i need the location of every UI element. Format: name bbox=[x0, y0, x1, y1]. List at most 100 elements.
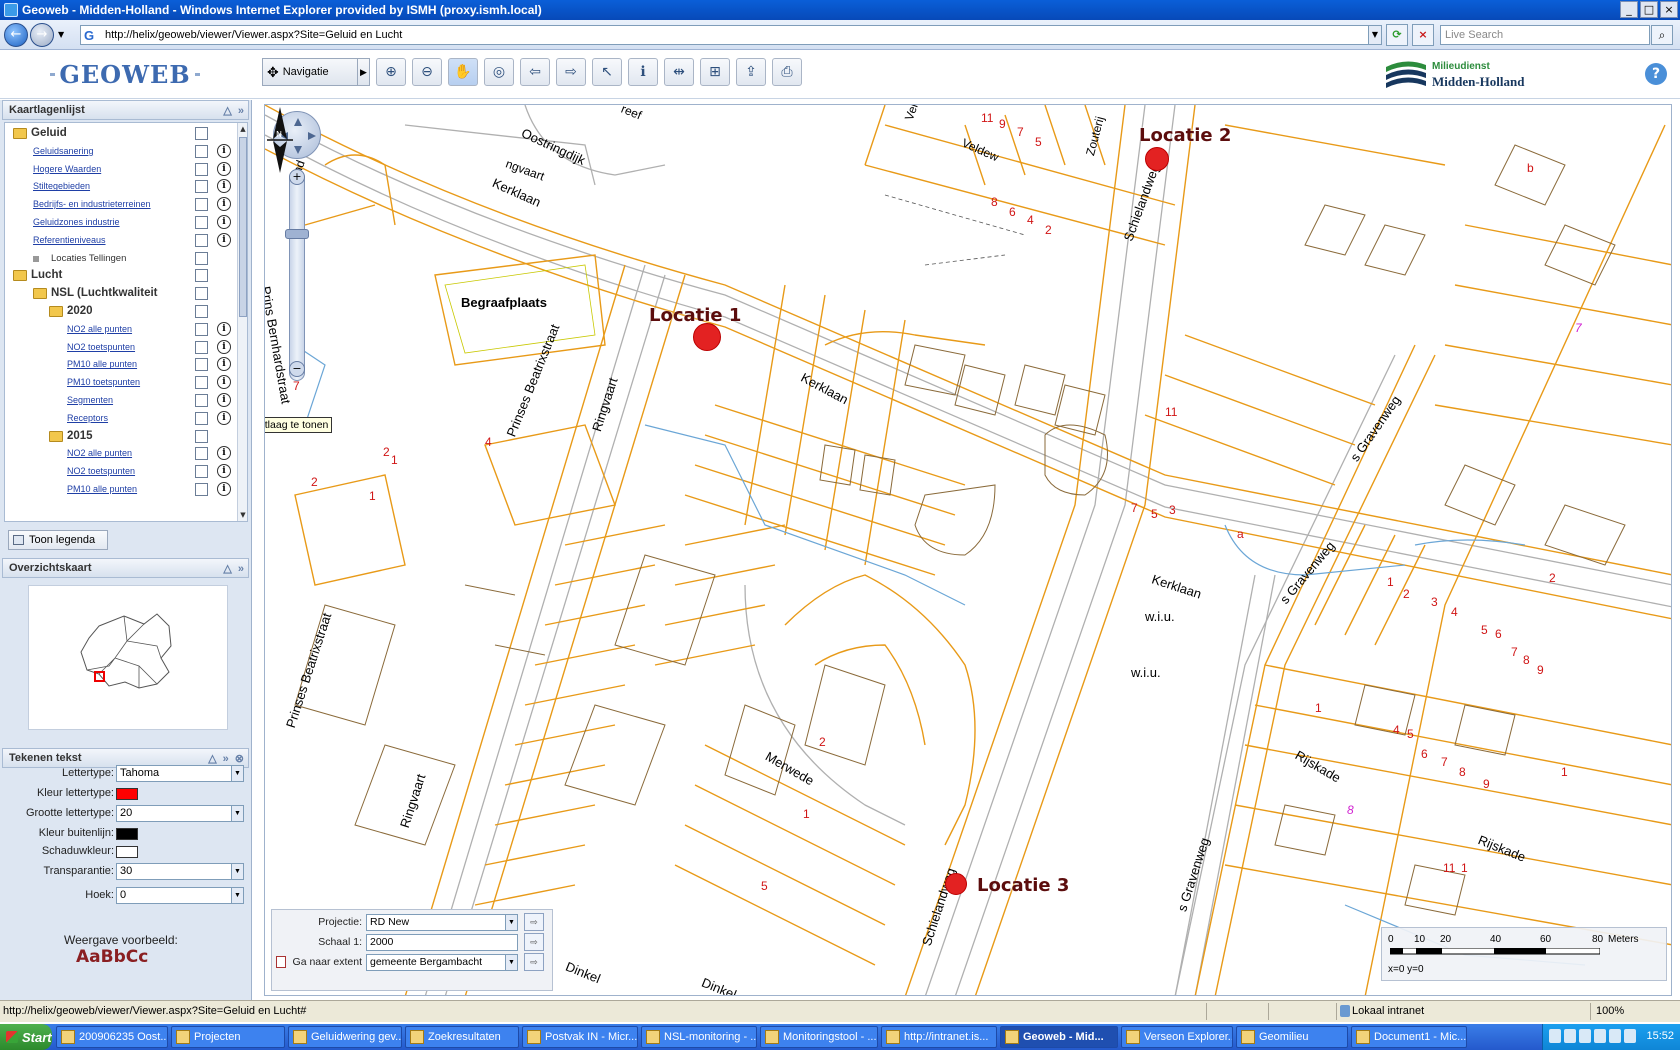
url-input[interactable]: G http://helix/geoweb/viewer/Viewer.aspx… bbox=[80, 25, 1380, 45]
apply-projection-button[interactable]: ⇨ bbox=[524, 913, 544, 931]
scale-input[interactable]: 2000 bbox=[366, 934, 518, 951]
location-2-marker[interactable] bbox=[1145, 147, 1169, 171]
next-extent-icon[interactable]: ⇨ bbox=[556, 58, 586, 86]
location-1-marker[interactable] bbox=[693, 323, 721, 351]
layer-visibility-checkbox[interactable] bbox=[195, 447, 208, 461]
layer-label[interactable]: PM10 toetspunten bbox=[67, 377, 140, 387]
layer-row[interactable]: Segmenten i bbox=[5, 392, 235, 411]
info-icon[interactable]: i bbox=[217, 464, 231, 479]
back-arrow-icon[interactable]: ← bbox=[4, 23, 28, 47]
layer-visibility-checkbox[interactable] bbox=[195, 162, 208, 176]
minimize-icon[interactable]: _ bbox=[1620, 1, 1638, 18]
tray-icon[interactable] bbox=[1564, 1029, 1576, 1043]
overview-map[interactable] bbox=[28, 585, 228, 730]
taskbar-item[interactable]: Zoekresultaten bbox=[405, 1026, 519, 1048]
layer-row[interactable]: Bedrijfs- en industrieterreinen i bbox=[5, 196, 235, 215]
taskbar-item[interactable]: Monitoringstool - ... bbox=[760, 1026, 878, 1048]
layer-label[interactable]: PM10 alle punten bbox=[67, 484, 137, 494]
zoom-level[interactable]: 100% bbox=[1596, 1005, 1624, 1017]
taskbar-item[interactable]: Postvak IN - Micr... bbox=[522, 1026, 638, 1048]
zoom-slider[interactable] bbox=[289, 171, 305, 381]
layer-visibility-checkbox[interactable] bbox=[195, 269, 208, 283]
projection-select[interactable]: RD New ▼ bbox=[366, 914, 518, 931]
layer-label[interactable]: NO2 alle punten bbox=[67, 324, 132, 334]
taskbar-item[interactable]: NSL-monitoring - ... bbox=[641, 1026, 757, 1048]
measure-area-icon[interactable]: ⊞ bbox=[700, 58, 730, 86]
info-icon[interactable]: i bbox=[217, 410, 231, 425]
layer-row[interactable]: Receptors i bbox=[5, 410, 235, 429]
layer-visibility-checkbox[interactable] bbox=[195, 465, 208, 479]
layer-label[interactable]: Receptors bbox=[67, 413, 108, 423]
taskbar-item[interactable]: Document1 - Mic... bbox=[1351, 1026, 1467, 1048]
layer-visibility-checkbox[interactable] bbox=[195, 180, 208, 194]
info-icon[interactable]: i bbox=[217, 215, 231, 229]
pan-hand-icon[interactable]: ✋ bbox=[448, 58, 478, 86]
expand-icon[interactable]: » bbox=[238, 102, 244, 120]
outline-color-swatch[interactable] bbox=[116, 828, 138, 840]
layer-label[interactable]: Referentieniveaus bbox=[33, 235, 106, 245]
select-icon[interactable]: ↖ bbox=[592, 58, 622, 86]
history-dropdown-icon[interactable]: ▼ bbox=[58, 30, 64, 39]
measure-icon[interactable]: ⇹ bbox=[664, 58, 694, 86]
layer-visibility-checkbox[interactable] bbox=[195, 394, 208, 407]
tray-icon[interactable] bbox=[1549, 1029, 1561, 1043]
layer-label[interactable]: NO2 toetspunten bbox=[67, 466, 135, 476]
layer-label[interactable]: Geluidzones industrie bbox=[33, 217, 120, 227]
forward-arrow-icon[interactable]: → bbox=[30, 23, 54, 47]
layer-visibility-checkbox[interactable] bbox=[195, 411, 208, 425]
apply-scale-button[interactable]: ⇨ bbox=[524, 933, 544, 951]
taskbar-item[interactable]: Geoweb - Mid... bbox=[1000, 1026, 1118, 1048]
layer-label[interactable]: NO2 toetspunten bbox=[67, 342, 135, 352]
search-input[interactable]: Live Search bbox=[1440, 25, 1650, 45]
go-to-extent-button[interactable]: ⇨ bbox=[524, 953, 544, 971]
layer-visibility-checkbox[interactable] bbox=[195, 358, 208, 372]
transparency-select[interactable]: 30 ▼ bbox=[116, 863, 244, 880]
stop-icon[interactable]: × bbox=[1412, 24, 1434, 46]
expand-icon[interactable]: » bbox=[238, 560, 244, 578]
identify-icon[interactable]: ℹ bbox=[628, 58, 658, 86]
zoom-minus-icon[interactable]: − bbox=[289, 361, 305, 377]
layer-row[interactable]: Hogere Waarden i bbox=[5, 161, 235, 180]
volume-icon[interactable] bbox=[1624, 1029, 1636, 1043]
info-icon[interactable]: i bbox=[217, 197, 231, 212]
info-icon[interactable]: i bbox=[217, 339, 231, 354]
search-icon[interactable]: ⌕ bbox=[1651, 25, 1673, 45]
layer-label[interactable]: Stiltegebieden bbox=[33, 181, 90, 191]
info-icon[interactable]: i bbox=[217, 232, 231, 247]
layer-label[interactable]: Bedrijfs- en industrieterreinen bbox=[33, 199, 151, 209]
tray-icon[interactable] bbox=[1579, 1029, 1591, 1043]
layer-row[interactable]: Locaties Tellingen bbox=[5, 250, 235, 269]
navigation-mode-select[interactable]: ✥ Navigatie ▶ bbox=[262, 58, 370, 86]
info-icon[interactable]: i bbox=[217, 179, 231, 194]
info-icon[interactable]: i bbox=[217, 321, 231, 336]
close-icon[interactable]: × bbox=[1660, 1, 1678, 18]
layer-row[interactable]: Geluid bbox=[5, 125, 235, 144]
zoom-in-icon[interactable]: ⊕ bbox=[376, 58, 406, 86]
layer-visibility-checkbox[interactable] bbox=[195, 305, 208, 318]
layer-row[interactable]: Geluidsanering i bbox=[5, 143, 235, 162]
zoom-out-icon[interactable]: ⊖ bbox=[412, 58, 442, 86]
layer-row[interactable]: 2015 bbox=[5, 428, 235, 447]
angle-select[interactable]: 0 ▼ bbox=[116, 887, 244, 904]
show-legend-button[interactable]: Toon legenda bbox=[8, 530, 108, 550]
shadow-color-swatch[interactable] bbox=[116, 846, 138, 858]
url-dropdown-icon[interactable]: ▼ bbox=[1368, 25, 1382, 45]
layer-row[interactable]: PM10 alle punten i bbox=[5, 481, 235, 500]
info-icon[interactable]: i bbox=[217, 446, 231, 461]
taskbar-item[interactable]: Geomilieu bbox=[1236, 1026, 1348, 1048]
layer-visibility-checkbox[interactable] bbox=[195, 483, 208, 496]
location-3-marker[interactable] bbox=[945, 873, 967, 895]
help-icon[interactable]: ? bbox=[1645, 63, 1667, 85]
layer-visibility-checkbox[interactable] bbox=[195, 198, 208, 212]
layer-row[interactable]: Lucht bbox=[5, 267, 235, 286]
taskbar-item[interactable]: 200906235 Oost... bbox=[56, 1026, 168, 1048]
layer-row[interactable]: PM10 alle punten i bbox=[5, 356, 235, 375]
layer-visibility-checkbox[interactable] bbox=[195, 340, 208, 354]
layer-visibility-checkbox[interactable] bbox=[195, 233, 208, 247]
start-button[interactable]: Start bbox=[0, 1024, 52, 1050]
font-color-swatch[interactable] bbox=[116, 788, 138, 800]
layer-row[interactable]: Stiltegebieden i bbox=[5, 178, 235, 197]
info-icon[interactable]: i bbox=[217, 375, 231, 390]
tray-icon[interactable] bbox=[1594, 1029, 1606, 1043]
taskbar-item[interactable]: Geluidwering gev... bbox=[288, 1026, 402, 1048]
